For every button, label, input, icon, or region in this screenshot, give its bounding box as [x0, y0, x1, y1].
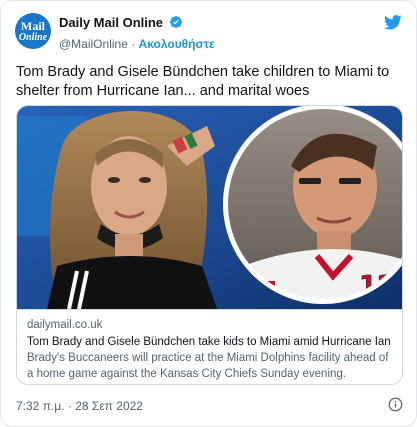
- link-card[interactable]: 12 dailymail.co.uk Tom Brady and Gisele …: [16, 105, 403, 385]
- account-names: Daily Mail Online @MailOnline · Ακολουθή…: [59, 14, 215, 51]
- follow-link[interactable]: Ακολουθήστε: [139, 37, 215, 51]
- card-title: Tom Brady and Gisele Bündchen take kids …: [27, 336, 391, 348]
- card-description: Brady's Buccaneers will practice at the …: [27, 352, 389, 380]
- handle[interactable]: @MailOnline: [59, 37, 128, 51]
- card-image[interactable]: 12: [17, 106, 402, 309]
- display-name[interactable]: Daily Mail Online: [59, 15, 163, 30]
- verified-badge-icon: [169, 15, 183, 34]
- avatar-line2: Online: [18, 32, 48, 43]
- tweet-text: Tom Brady and Gisele Bündchen take child…: [16, 64, 390, 99]
- tweet-footer: 7:32 π.μ. · 28 Σεπ 2022: [16, 397, 403, 415]
- avatar-line1: Mail: [21, 19, 45, 33]
- card-domain: dailymail.co.uk: [27, 319, 103, 331]
- separator: ·: [127, 37, 139, 51]
- tweet-header: Mail Online Daily Mail Online @MailOnlin…: [15, 13, 402, 53]
- card-meta[interactable]: dailymail.co.uk Tom Brady and Gisele Bün…: [17, 309, 402, 384]
- info-icon[interactable]: [388, 397, 403, 417]
- timestamp[interactable]: 7:32 π.μ. · 28 Σεπ 2022: [16, 399, 143, 413]
- tweet-embed: Mail Online Daily Mail Online @MailOnlin…: [0, 0, 417, 427]
- twitter-bird-icon[interactable]: [384, 15, 402, 35]
- avatar[interactable]: Mail Online: [15, 13, 51, 49]
